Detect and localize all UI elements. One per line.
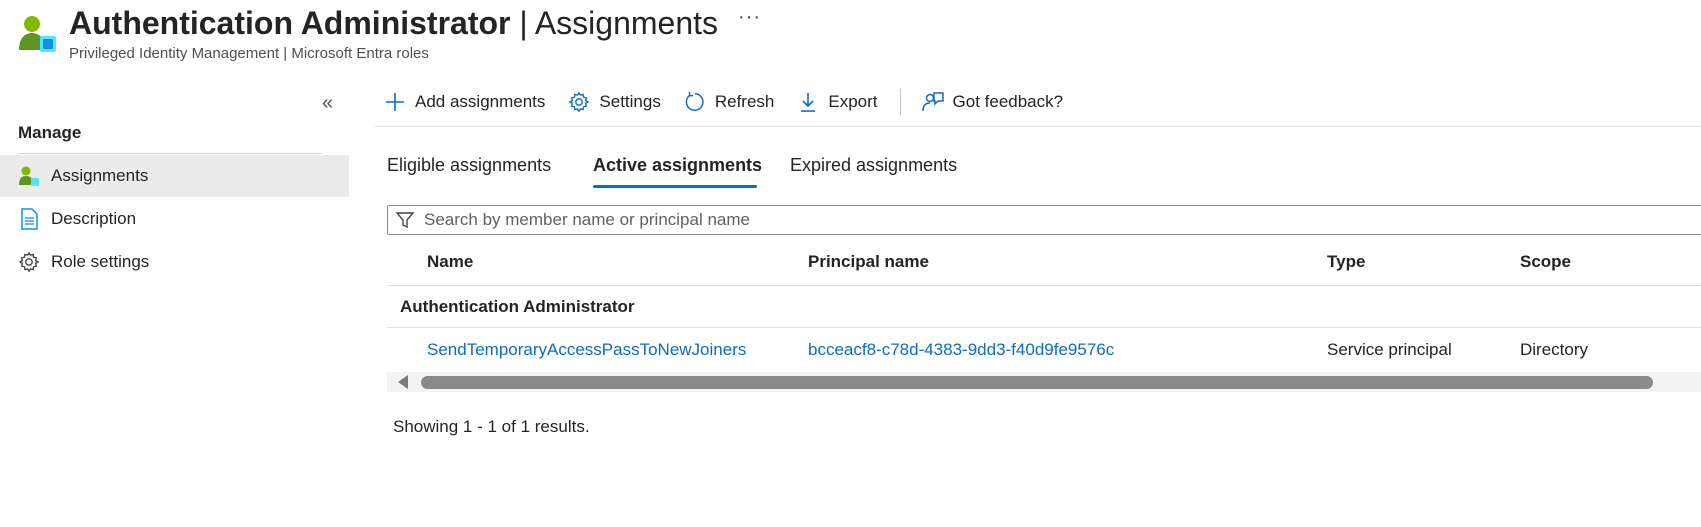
column-header-scope[interactable]: Scope [1520,252,1571,272]
column-header-name[interactable]: Name [427,252,473,272]
role-user-icon [18,14,58,54]
plus-icon [383,90,407,114]
sidebar-divider [18,153,322,154]
refresh-icon [683,90,707,114]
page-subtitle: Privileged Identity Management | Microso… [69,45,429,62]
refresh-button[interactable]: Refresh [683,90,775,114]
filter-icon [394,209,416,231]
scrollbar-thumb[interactable] [421,376,1653,389]
settings-label: Settings [599,92,661,111]
header-divider [387,285,1701,286]
gear-icon [17,250,41,274]
toolbar-divider [899,89,901,115]
page-title-separator: | [519,5,528,41]
active-tab-indicator [593,185,757,188]
group-divider [387,327,1701,328]
settings-button[interactable]: Settings [567,90,661,114]
sidebar-item-assignments[interactable]: Assignments [0,155,349,197]
gear-icon [567,90,591,114]
feedback-icon [921,90,945,114]
feedback-label: Got feedback? [952,92,1064,111]
sidebar-item-description[interactable]: Description [0,198,349,240]
tab-eligible-assignments[interactable]: Eligible assignments [387,155,551,176]
export-button[interactable]: Export [796,90,878,114]
scroll-left-arrow-icon[interactable] [398,375,408,389]
column-header-type[interactable]: Type [1327,252,1365,272]
tab-active-assignments[interactable]: Active assignments [593,155,762,176]
user-group-icon [17,164,41,188]
feedback-button[interactable]: Got feedback? [921,90,1064,114]
refresh-label: Refresh [714,92,775,111]
row-scope: Directory [1520,340,1589,359]
row-type: Service principal [1327,340,1452,359]
page-title-main: Authentication Administrator [69,5,511,41]
page-title-section: Assignments [534,5,718,41]
sidebar-section-title: Manage [18,123,82,142]
toolbar-divider-line [375,126,1701,127]
collapse-sidebar-button[interactable]: « [322,92,333,115]
more-options-button[interactable]: ··· [738,6,761,29]
sidebar-item-label: Assignments [51,166,149,185]
download-icon [796,90,820,114]
sidebar-item-role-settings[interactable]: Role settings [0,241,349,283]
row-name-link[interactable]: SendTemporaryAccessPassToNewJoiners [427,340,746,360]
group-header: Authentication Administrator [400,297,635,316]
column-header-principal-name[interactable]: Principal name [808,252,929,272]
document-icon [17,207,41,231]
sidebar-item-label: Role settings [51,252,150,271]
page-title: Authentication Administrator | Assignmen… [69,2,718,44]
export-label: Export [828,92,878,111]
search-input[interactable] [422,209,1626,231]
row-principal-link[interactable]: bcceacf8-c78d-4383-9dd3-f40d9fe9576c [808,340,1114,360]
search-box [387,205,1701,235]
sidebar-item-label: Description [51,209,137,228]
tab-expired-assignments[interactable]: Expired assignments [790,155,957,176]
results-count: Showing 1 - 1 of 1 results. [393,417,590,436]
command-bar: Add assignments Settings Refresh Export … [383,86,1085,118]
add-assignments-button[interactable]: Add assignments [383,90,545,114]
add-assignments-label: Add assignments [415,92,546,111]
